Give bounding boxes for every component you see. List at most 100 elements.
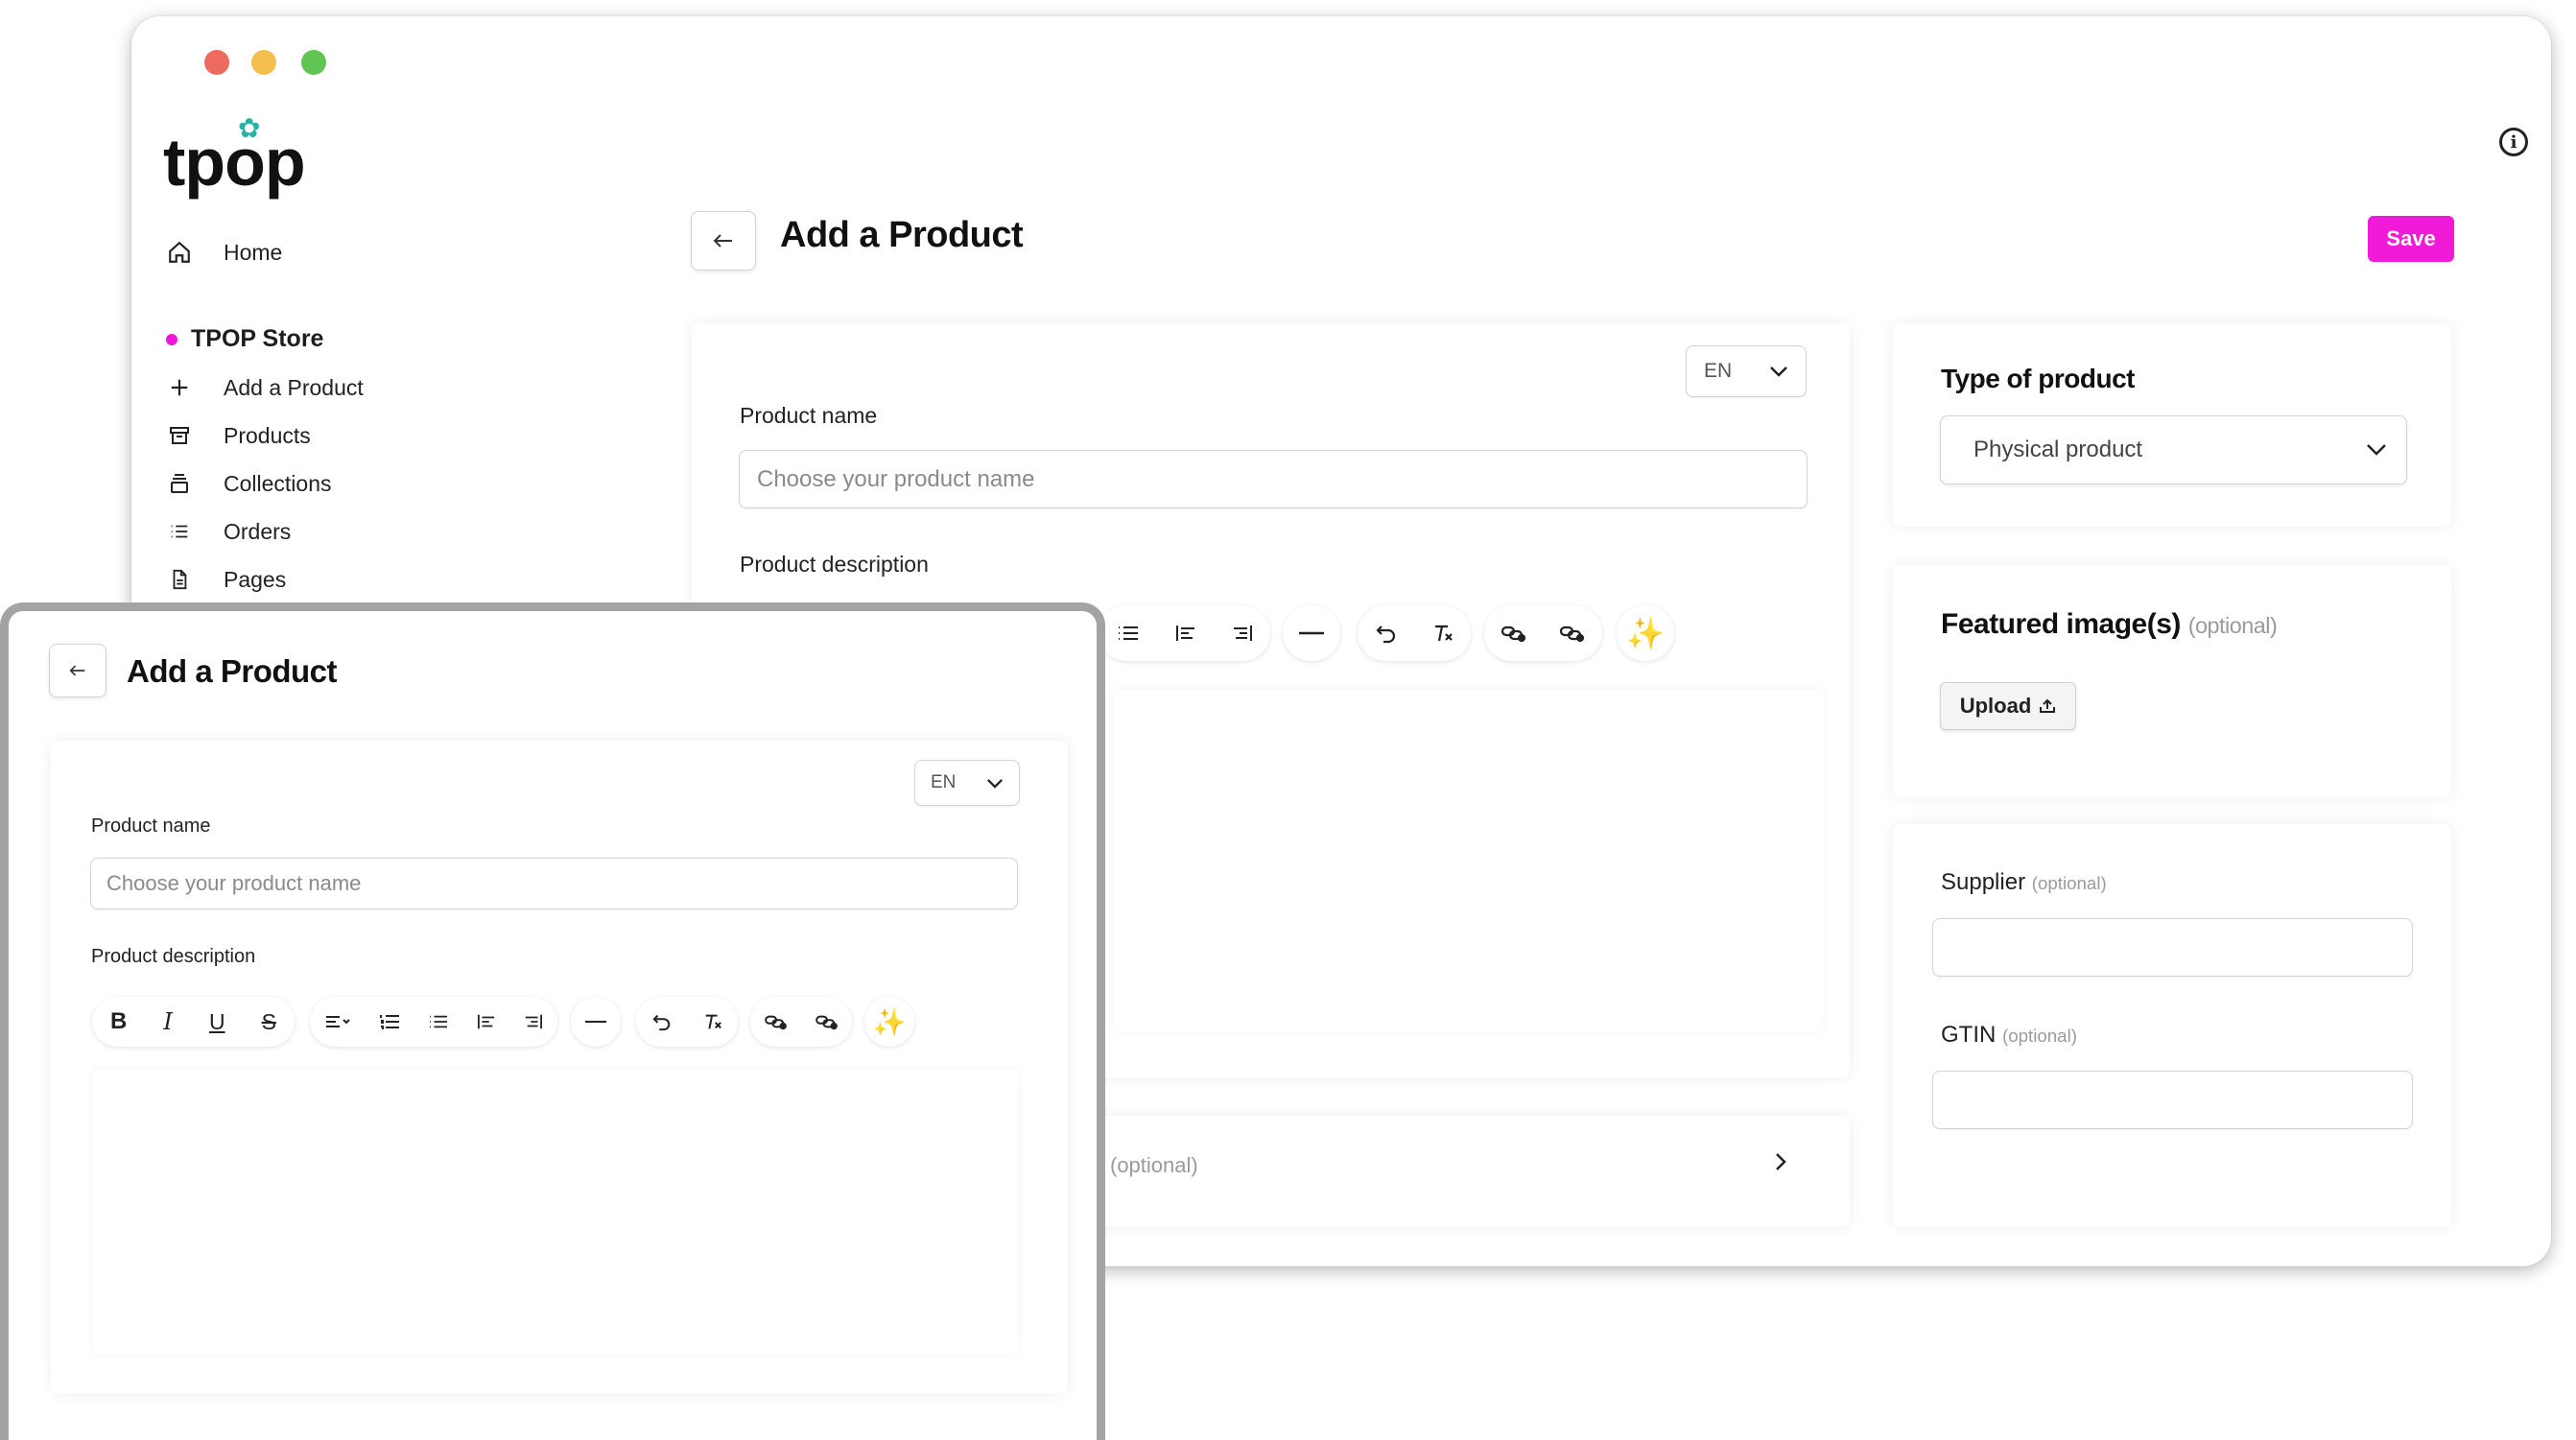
maximize-window-dot[interactable] [301, 50, 326, 75]
toolbar-group-ai: ✨ [864, 997, 914, 1047]
toolbar-group-align [1099, 605, 1270, 661]
description-editor-area[interactable] [1113, 690, 1823, 1031]
link-icon[interactable] [764, 1013, 788, 1030]
chevron-down-icon [987, 778, 1003, 789]
product-name-label: Product name [91, 815, 211, 837]
strikethrough-icon[interactable]: S [262, 1009, 276, 1035]
bullet-list-icon[interactable] [428, 1013, 449, 1030]
stack-icon [166, 470, 193, 497]
back-button[interactable] [691, 211, 756, 271]
outdent-icon[interactable] [1232, 624, 1253, 643]
document-icon [166, 566, 193, 593]
type-of-product-title: Type of product [1941, 364, 2135, 393]
toolbar-group-history [636, 997, 738, 1047]
featured-images-label: Featured image(s) [1941, 608, 2181, 640]
toolbar-group-link [1484, 605, 1602, 661]
language-select[interactable]: EN [914, 760, 1020, 806]
toolbar-group-link [750, 997, 852, 1047]
clear-format-icon[interactable] [1432, 623, 1453, 644]
upload-icon [2040, 698, 2056, 713]
list-icon [166, 518, 193, 545]
arrow-left-icon [713, 234, 732, 248]
chevron-down-icon [1770, 366, 1787, 377]
product-description-label: Product description [740, 552, 929, 577]
unlink-icon[interactable] [1560, 624, 1585, 643]
plus-icon [166, 374, 193, 401]
supplier-label-text: Supplier [1941, 869, 2026, 895]
description-editor-area[interactable] [93, 1070, 1018, 1354]
sidebar-item-collections[interactable]: Collections [166, 470, 332, 497]
toolbar-group-rule [1283, 605, 1340, 661]
upload-button[interactable]: Upload [1940, 682, 2076, 730]
product-name-label: Product name [740, 403, 878, 428]
sidebar-item-home[interactable]: Home [166, 239, 282, 266]
bold-icon[interactable]: B [110, 1008, 127, 1035]
featured-images-title: Featured image(s) (optional) [1941, 608, 2278, 641]
supplier-label: Supplier (optional) [1941, 869, 2107, 896]
toolbar-group-ai: ✨ [1617, 605, 1674, 661]
clear-format-icon[interactable] [703, 1012, 722, 1031]
undo-icon[interactable] [1375, 623, 1397, 644]
ai-sparkle-icon[interactable]: ✨ [1626, 615, 1665, 651]
italic-icon[interactable]: I [163, 1008, 172, 1035]
chevron-down-icon [2367, 444, 2386, 456]
sidebar-item-products[interactable]: Products [166, 422, 311, 449]
supplier-input[interactable] [1932, 918, 2413, 977]
gtin-input[interactable] [1932, 1071, 2413, 1129]
language-select[interactable]: EN [1686, 345, 1807, 397]
align-icon[interactable] [324, 1013, 351, 1030]
ordered-list-icon[interactable] [379, 1013, 400, 1030]
sidebar-item-label: Add a Product [224, 374, 364, 400]
horizontal-rule-icon[interactable] [585, 1019, 606, 1025]
gtin-label: GTIN (optional) [1941, 1022, 2077, 1049]
sidebar-item-orders[interactable]: Orders [166, 518, 291, 545]
store-status-dot [166, 333, 177, 345]
gtin-label-text: GTIN [1941, 1022, 1997, 1048]
store-name[interactable]: TPOP Store [166, 325, 323, 353]
zoomed-form-window: Add a Product EN Product name Choose you… [0, 602, 1105, 1440]
outdent-icon[interactable] [524, 1013, 543, 1030]
close-window-dot[interactable] [204, 50, 229, 75]
supplier-optional: (optional) [2031, 873, 2107, 893]
sidebar-item-pages[interactable]: Pages [166, 566, 286, 593]
save-button[interactable]: Save [2368, 216, 2454, 262]
home-icon [166, 239, 193, 266]
bullet-list-icon[interactable] [1117, 624, 1140, 643]
language-value: EN [1704, 360, 1733, 382]
product-name-input[interactable]: Choose your product name [739, 450, 1808, 508]
horizontal-rule-icon[interactable] [1299, 630, 1324, 636]
gtin-optional: (optional) [2002, 1026, 2077, 1046]
sidebar-item-add-product[interactable]: Add a Product [166, 374, 364, 401]
sidebar-item-label: Pages [224, 566, 287, 592]
language-value: EN [931, 772, 957, 792]
toolbar-group-rule [571, 997, 621, 1047]
sidebar-item-label: Products [224, 422, 311, 448]
indent-icon[interactable] [1175, 624, 1196, 643]
page-title: Add a Product [127, 653, 338, 689]
product-name-input[interactable]: Choose your product name [90, 858, 1018, 909]
underline-icon[interactable]: U [209, 1009, 225, 1035]
product-type-select[interactable]: Physical product [1940, 415, 2407, 484]
upload-label: Upload [1959, 694, 2032, 718]
toolbar-group-history [1358, 605, 1471, 661]
toolbar-group-align [310, 997, 557, 1047]
leaf-icon: ✿ [238, 113, 260, 143]
ai-sparkle-icon[interactable]: ✨ [873, 1006, 907, 1038]
undo-icon[interactable] [651, 1012, 672, 1031]
sidebar-item-label: Orders [224, 518, 292, 544]
product-type-value: Physical product [1973, 437, 2143, 462]
back-button[interactable] [49, 644, 106, 697]
collapsed-section-optional: (optional) [1110, 1153, 1198, 1177]
minimize-window-dot[interactable] [251, 50, 276, 75]
page-title: Add a Product [780, 215, 1024, 255]
featured-images-card [1893, 565, 2451, 797]
tpop-logo[interactable]: tpop ✿ [163, 113, 306, 201]
info-icon[interactable]: i [2499, 128, 2528, 156]
sidebar-item-label: Collections [224, 470, 332, 496]
indent-icon[interactable] [477, 1013, 496, 1030]
chevron-right-icon[interactable] [1774, 1151, 1787, 1172]
sidebar-item-label: Home [224, 239, 283, 265]
product-description-label: Product description [91, 946, 256, 967]
unlink-icon[interactable] [815, 1013, 839, 1030]
link-icon[interactable] [1501, 624, 1526, 643]
